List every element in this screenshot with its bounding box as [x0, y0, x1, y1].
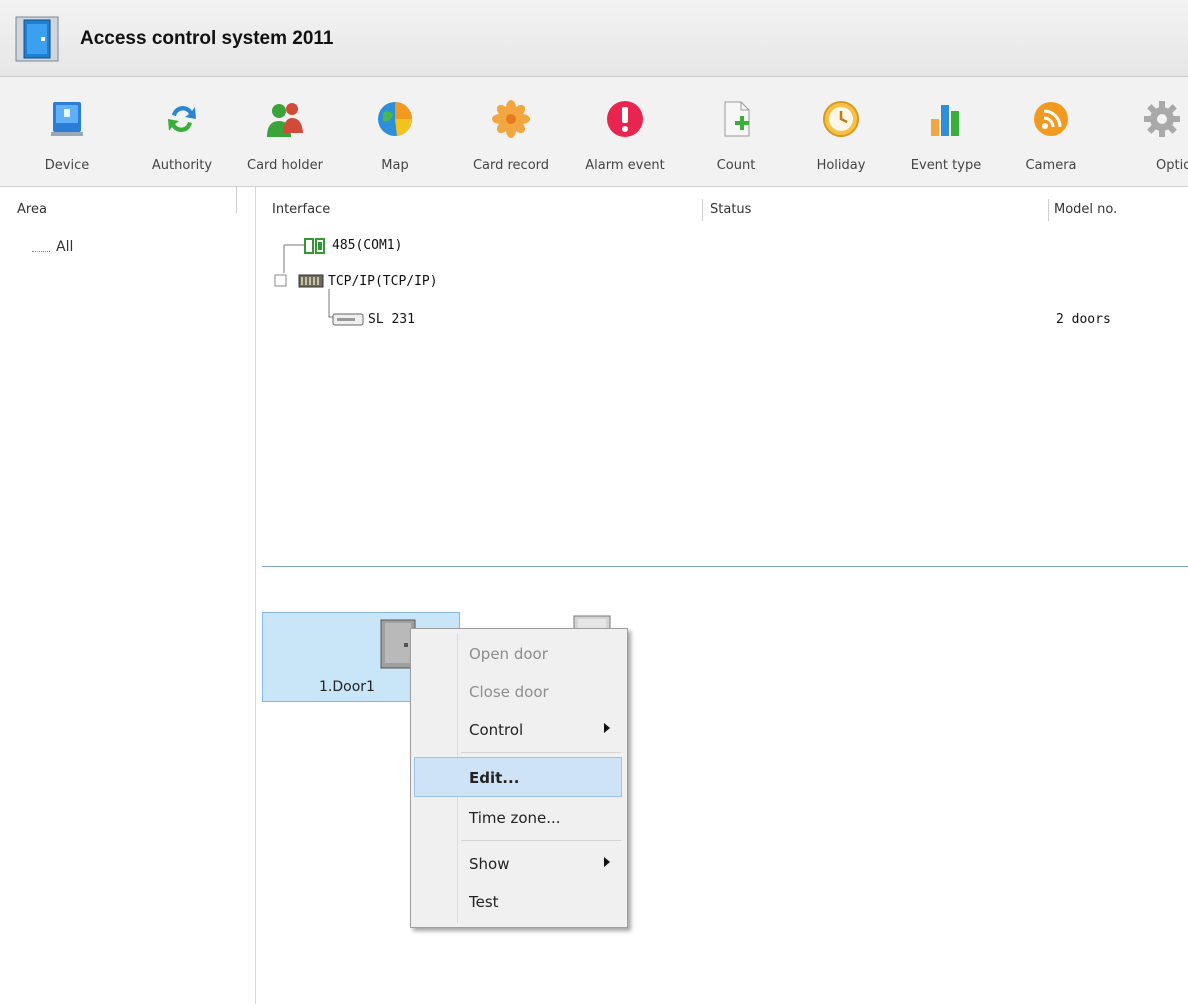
- toolbar-label: Option: [1156, 158, 1188, 173]
- main-toolbar: Device Authority Card holder Map Card re…: [0, 77, 1188, 187]
- column-separator[interactable]: [1048, 199, 1049, 221]
- toolbar-button-alarm-event[interactable]: Alarm event: [572, 77, 678, 185]
- toolbar-button-map[interactable]: Map: [370, 77, 420, 185]
- submenu-arrow-icon: [604, 857, 610, 867]
- menu-item-label: Time zone...: [469, 809, 561, 827]
- authority-icon: [168, 106, 196, 132]
- column-header-status[interactable]: Status: [710, 202, 751, 217]
- camera-icon: [1034, 102, 1068, 136]
- toolbar-button-card-record[interactable]: Card record: [458, 77, 564, 185]
- network-icon: [298, 274, 324, 288]
- toolbar-label: Holiday: [816, 158, 866, 173]
- toolbar-label: Device: [44, 158, 90, 173]
- toolbar-label: Event type: [910, 158, 982, 173]
- toolbar-button-holiday[interactable]: Holiday: [806, 77, 876, 185]
- menu-separator: [461, 752, 621, 753]
- door-label: 1.Door1: [319, 679, 375, 695]
- interface-cell: SL 231: [368, 312, 415, 327]
- area-header-label: Area: [17, 202, 47, 217]
- interface-cell: TCP/IP(TCP/IP): [328, 274, 438, 289]
- area-item-all[interactable]: All: [56, 239, 73, 255]
- toolbar-button-authority[interactable]: Authority: [140, 77, 224, 185]
- menu-item-open-door[interactable]: Open door: [414, 637, 622, 669]
- toolbar-label: Count: [716, 158, 756, 173]
- menu-item-edit[interactable]: Edit...: [414, 757, 622, 797]
- toolbar-button-card-holder[interactable]: Card holder: [240, 77, 330, 185]
- menu-item-close-door[interactable]: Close door: [414, 675, 622, 707]
- card-holder-icon: [267, 103, 303, 137]
- menu-item-label: Open door: [469, 645, 548, 663]
- column-separator[interactable]: [702, 199, 703, 221]
- card-record-icon: [492, 100, 530, 138]
- app-title: Access control system 2011: [80, 28, 334, 49]
- menu-separator: [461, 840, 621, 841]
- column-header-model[interactable]: Model no.: [1054, 202, 1117, 217]
- toolbar-label: Camera: [1025, 158, 1077, 173]
- panel-divider[interactable]: [262, 566, 1188, 567]
- device-table: Interface Status Model no. 485(COM1) TCP…: [262, 187, 1188, 567]
- toolbar-button-device[interactable]: Device: [32, 77, 102, 185]
- event-type-icon: [931, 105, 959, 136]
- alarm-icon: [607, 101, 643, 137]
- toolbar-label: Map: [381, 158, 409, 173]
- map-icon: [378, 102, 413, 136]
- toolbar-button-camera[interactable]: Camera: [1016, 77, 1086, 185]
- toolbar-button-event-type[interactable]: Event type: [896, 77, 996, 185]
- submenu-arrow-icon: [604, 723, 610, 733]
- menu-item-label: Close door: [469, 683, 549, 701]
- toolbar-label: Card holder: [247, 158, 323, 173]
- menu-item-control[interactable]: Control: [414, 713, 622, 745]
- toolbar-button-count[interactable]: Count: [706, 77, 766, 185]
- expand-toggle-icon[interactable]: [274, 274, 288, 288]
- gear-icon: [1144, 101, 1180, 137]
- menu-item-test[interactable]: Test: [414, 885, 622, 917]
- toolbar-label: Alarm event: [585, 158, 665, 173]
- model-cell: 2 doors: [1056, 312, 1111, 327]
- area-panel: Area All: [0, 187, 256, 1004]
- interface-cell: 485(COM1): [332, 238, 403, 253]
- count-icon: [724, 101, 750, 137]
- area-column-header[interactable]: Area: [0, 187, 237, 217]
- menu-item-label: Test: [469, 893, 499, 911]
- toolbar-label: Card record: [472, 158, 550, 173]
- serial-port-icon: [304, 238, 325, 254]
- menu-item-label: Control: [469, 721, 524, 739]
- holiday-icon: [823, 101, 859, 137]
- door-app-icon: [15, 16, 59, 62]
- toolbar-button-option[interactable]: Option: [1126, 77, 1188, 185]
- menu-item-label: Show: [469, 855, 510, 873]
- column-header-interface[interactable]: Interface: [272, 202, 330, 217]
- tree-connector: [32, 251, 50, 252]
- menu-item-label: Edit...: [469, 769, 520, 787]
- title-bar: Access control system 2011: [0, 0, 1188, 77]
- context-menu: Open door Close door Control Edit... Tim…: [410, 628, 628, 928]
- device-icon: [51, 102, 83, 136]
- menu-item-time-zone[interactable]: Time zone...: [414, 801, 622, 833]
- toolbar-label: Authority: [151, 158, 213, 173]
- controller-device-icon: [332, 313, 364, 326]
- menu-item-show[interactable]: Show: [414, 847, 622, 879]
